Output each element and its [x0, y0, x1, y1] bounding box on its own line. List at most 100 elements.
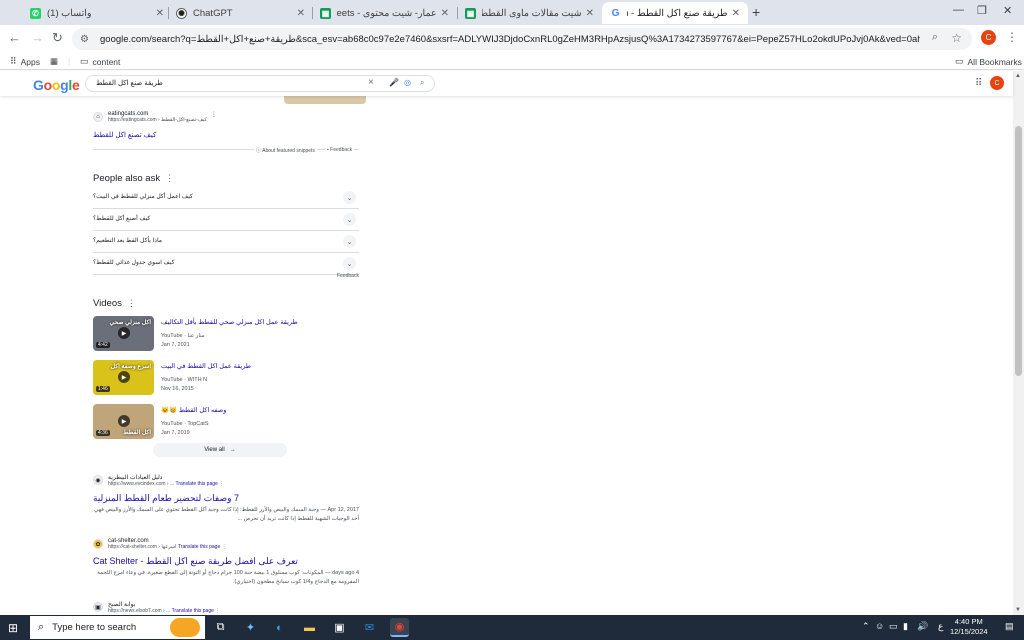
menu-icon[interactable]: ⋮: [1006, 30, 1018, 44]
more-options-icon[interactable]: ⋮: [222, 544, 227, 550]
paa-question[interactable]: ماذا يأكل القط بعد التطعيم؟ ⌄: [93, 231, 359, 253]
bookmark-star-icon[interactable]: ☆: [951, 31, 962, 45]
outlook-icon[interactable]: ✉: [360, 618, 379, 637]
more-options-icon[interactable]: ⋮: [215, 608, 220, 614]
all-bookmarks[interactable]: ▭ All Bookmarks: [955, 56, 1022, 67]
paa-question[interactable]: كيف اسوي جدول غذائي للقطط؟ ⌄: [93, 253, 359, 275]
chevron-down-icon[interactable]: ⌄: [343, 257, 356, 270]
paa-question[interactable]: كيف أصنع أكل للقطط؟ ⌄: [93, 209, 359, 231]
chevron-down-icon[interactable]: ⌄: [343, 191, 356, 204]
more-options-icon[interactable]: ⋮: [127, 298, 136, 308]
task-view-icon[interactable]: ⧉: [211, 618, 230, 637]
more-options-icon[interactable]: ⋮: [165, 173, 174, 183]
bookmark-folder-content[interactable]: ▭ content: [80, 56, 120, 67]
site-info-icon[interactable]: ⚙: [80, 34, 92, 45]
translate-link[interactable]: Translate this page: [178, 544, 220, 550]
battery-icon[interactable]: ▮: [903, 621, 908, 632]
tab-chatgpt[interactable]: ✺ ChatGPT ✕: [168, 2, 313, 24]
close-window-icon[interactable]: ✕: [1003, 4, 1012, 17]
display-icon[interactable]: ▭: [889, 621, 898, 632]
paa-question[interactable]: كيف اعمل أكل منزلي للقطط في البيت؟ ⌄: [93, 187, 359, 209]
video-title[interactable]: طريقة عمل اكل القطط في البيت: [161, 362, 251, 370]
search-icon[interactable]: ⌕: [420, 78, 424, 88]
taskbar-clock[interactable]: 4:40 PM 12/15/2024: [950, 617, 988, 637]
tab-google-search[interactable]: G طريقة صنع اكل القطط - Search ✕: [602, 2, 748, 24]
page-scrollbar[interactable]: ▲ ▼: [1013, 71, 1024, 615]
lens-icon[interactable]: ◎: [404, 78, 411, 87]
tab-sheets-content[interactable]: ▦ عمار- شيت محتوى - Google Sheets ✕: [312, 2, 457, 24]
url-text[interactable]: google.com/search?q=طريقة+صنع+اكل+القطط&…: [100, 34, 920, 45]
people-icon[interactable]: ☺: [875, 621, 884, 631]
taskbar-search-placeholder[interactable]: Type here to search: [52, 622, 136, 633]
translate-link[interactable]: Translate this page: [172, 608, 214, 614]
google-apps-icon[interactable]: ⠿: [975, 78, 982, 89]
mic-icon[interactable]: 🎤: [389, 78, 399, 87]
new-tab-button[interactable]: +: [752, 4, 760, 20]
view-all-videos-button[interactable]: View all →: [153, 443, 287, 457]
more-options-icon[interactable]: ⋮: [219, 481, 224, 487]
search-icon[interactable]: ⌕: [932, 31, 938, 44]
scroll-thumb[interactable]: [1015, 126, 1022, 376]
snippet-source[interactable]: ⌂ eatingcats.com https://eatingcats.com …: [93, 111, 217, 123]
windows-start-icon[interactable]: ⊞: [8, 621, 18, 635]
scroll-up-icon[interactable]: ▲: [1015, 73, 1021, 79]
profile-avatar[interactable]: C: [981, 30, 996, 45]
result-title[interactable]: 7 وصفات لتحضير طعام القطط المنزلية: [93, 493, 239, 504]
video-title[interactable]: طريقة عمل اكل منزلي صحي للقطط بأقل التكا…: [161, 318, 298, 326]
more-options-icon[interactable]: ⋮: [211, 111, 217, 118]
about-featured-snippets[interactable]: ⓘ About featured snippets: [254, 147, 317, 154]
video-source: YouTube · WITH N: [161, 377, 208, 383]
taskbar-search[interactable]: ⌕ Type here to search: [30, 616, 205, 639]
store-icon[interactable]: ▣: [330, 618, 349, 637]
video-thumbnail[interactable]: اكل القطط ▶ 4:36: [93, 404, 154, 439]
close-icon[interactable]: ✕: [586, 8, 594, 19]
edge-icon[interactable]: ◐: [270, 618, 289, 637]
close-icon[interactable]: ✕: [156, 8, 164, 19]
video-result[interactable]: اكل منزلي صحي ▶ 4:42 طريقة عمل اكل منزلي…: [93, 316, 359, 356]
video-thumbnail[interactable]: اسرع وصفة اكل ▶ 1:46: [93, 360, 154, 395]
close-icon[interactable]: ✕: [441, 8, 449, 19]
input-language[interactable]: ع: [938, 621, 943, 632]
paa-title: People also ask ⋮: [93, 173, 175, 184]
tab-groups-icon[interactable]: ▦: [50, 56, 58, 67]
clear-icon[interactable]: ×: [368, 77, 374, 88]
tab-sheets-articles[interactable]: ▦ شيت مقالات ماوى القطط - Sheets ✕: [457, 2, 602, 24]
feedback-link[interactable]: Feedback: [337, 273, 359, 279]
video-thumbnail[interactable]: اكل منزلي صحي ▶ 4:42: [93, 316, 154, 351]
google-logo[interactable]: Google: [33, 77, 80, 93]
video-result[interactable]: اكل القطط ▶ 4:36 وصفه اكل القطط 😸🐱 YouTu…: [93, 404, 359, 444]
google-avatar[interactable]: C: [990, 76, 1004, 90]
close-icon[interactable]: ✕: [297, 8, 305, 19]
copilot-icon[interactable]: ✦: [241, 618, 260, 637]
scroll-down-icon[interactable]: ▼: [1015, 607, 1021, 613]
tab-whatsapp[interactable]: ✆ (1) واتساب ✕: [22, 2, 172, 24]
reload-icon[interactable]: ↻: [52, 30, 63, 46]
close-icon[interactable]: ✕: [732, 8, 740, 19]
address-bar[interactable]: ⚙ google.com/search?q=طريقة+صنع+اكل+القط…: [72, 28, 972, 50]
notification-icon[interactable]: ▤: [1005, 621, 1014, 632]
snippet-link[interactable]: كيف تصنع اكل للقطط: [93, 131, 156, 139]
result-source[interactable]: ▣ بوابة الصبح https://news.elsob7.com › …: [93, 601, 220, 614]
chevron-down-icon[interactable]: ⌄: [343, 235, 356, 248]
chevron-down-icon[interactable]: ⌄: [343, 213, 356, 226]
back-icon[interactable]: ←: [8, 30, 21, 45]
chrome-icon[interactable]: ◉: [390, 618, 409, 637]
result-source[interactable]: ◉ دليل العيادات البيطرية https://www.evc…: [93, 474, 224, 487]
restore-icon[interactable]: ❐: [977, 4, 987, 17]
result-title[interactable]: تعرف على افضل طريقة صنع اكل القطط - Cat …: [93, 556, 298, 567]
search-query[interactable]: طريقة صنع اكل القطط: [96, 79, 163, 87]
site-name: بوابة الصبح: [108, 602, 136, 608]
translate-link[interactable]: Translate this page: [175, 481, 217, 487]
chevron-up-icon[interactable]: ⌃: [862, 621, 870, 632]
bookmark-apps[interactable]: ⠿ Apps: [10, 56, 40, 67]
forward-icon[interactable]: →: [31, 30, 44, 45]
minimize-icon[interactable]: —: [953, 4, 964, 16]
result-source[interactable]: ✿ cat-shelter.com https://cat-shelter.co…: [93, 538, 227, 550]
feedback-link[interactable]: ▪ Feedback: [325, 147, 355, 153]
file-explorer-icon[interactable]: ▬: [300, 618, 319, 637]
site-url: https://cat-shelter.com › اسرعها: [108, 544, 177, 550]
search-box[interactable]: طريقة صنع اكل القطط × 🎤 ◎ ⌕: [85, 75, 435, 92]
volume-icon[interactable]: 🔊: [917, 621, 928, 632]
video-title[interactable]: وصفه اكل القطط 😸🐱: [161, 406, 226, 414]
video-result[interactable]: اسرع وصفة اكل ▶ 1:46 طريقة عمل اكل القطط…: [93, 360, 359, 400]
